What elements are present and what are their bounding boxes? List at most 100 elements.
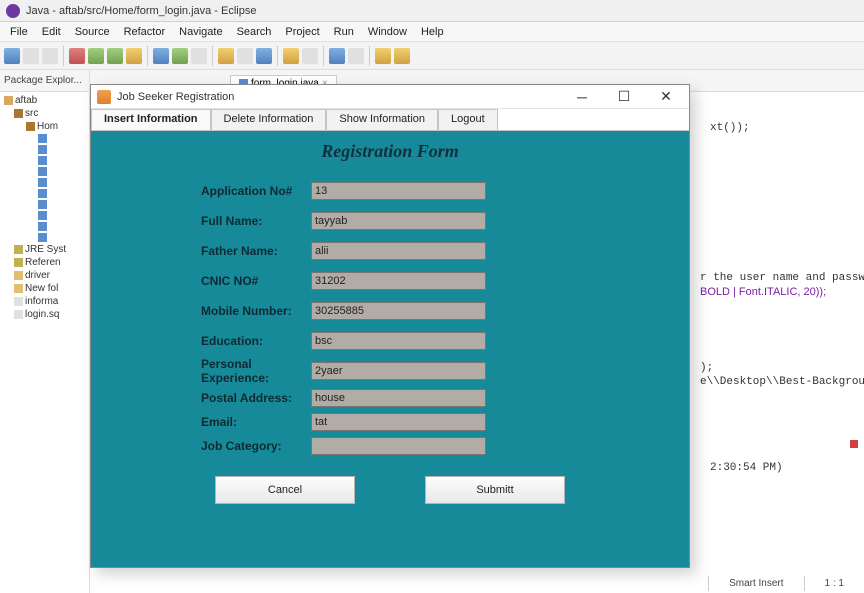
input-education[interactable] bbox=[311, 332, 486, 350]
coverage-icon[interactable] bbox=[126, 48, 142, 64]
new-package-icon[interactable] bbox=[172, 48, 188, 64]
back-icon[interactable] bbox=[375, 48, 391, 64]
tree-item-icon bbox=[14, 271, 23, 280]
debug-icon[interactable] bbox=[69, 48, 85, 64]
close-button[interactable]: ✕ bbox=[649, 87, 683, 107]
menu-navigate[interactable]: Navigate bbox=[173, 24, 228, 40]
explorer-tree: aftabsrcHom JRE SystReferendriverNew foli… bbox=[0, 92, 89, 323]
status-mode: Smart Insert bbox=[708, 576, 803, 591]
status-bar: Smart Insert 1 : 1 bbox=[708, 573, 864, 593]
tree-item-icon bbox=[38, 178, 47, 187]
tree-item[interactable] bbox=[2, 133, 87, 144]
submit-button[interactable]: Submitt bbox=[425, 476, 565, 504]
input-address[interactable] bbox=[311, 389, 486, 407]
maximize-button[interactable]: ☐ bbox=[607, 87, 641, 107]
tree-item-icon bbox=[38, 167, 47, 176]
run-last-icon[interactable] bbox=[107, 48, 123, 64]
menu-run[interactable]: Run bbox=[328, 24, 360, 40]
tree-item[interactable]: New fol bbox=[2, 282, 87, 295]
error-marker-icon[interactable] bbox=[850, 440, 858, 448]
new-class-icon[interactable] bbox=[153, 48, 169, 64]
highlight-icon[interactable] bbox=[283, 48, 299, 64]
tree-item[interactable]: login.sq bbox=[2, 308, 87, 321]
window-header: Java - aftab/src/Home/form_login.java - … bbox=[0, 0, 864, 22]
tree-item[interactable] bbox=[2, 232, 87, 243]
pin-icon[interactable] bbox=[348, 48, 364, 64]
input-mobile[interactable] bbox=[311, 302, 486, 320]
tree-item[interactable]: src bbox=[2, 107, 87, 120]
new-icon[interactable] bbox=[4, 48, 20, 64]
tree-item[interactable]: driver bbox=[2, 269, 87, 282]
tree-item-label: informa bbox=[25, 296, 58, 307]
tab-logout[interactable]: Logout bbox=[438, 109, 498, 130]
menu-project[interactable]: Project bbox=[279, 24, 325, 40]
tree-item-icon bbox=[14, 258, 23, 267]
annotation-icon[interactable] bbox=[237, 48, 253, 64]
input-cnic[interactable] bbox=[311, 272, 486, 290]
show-whitespace-icon[interactable] bbox=[329, 48, 345, 64]
tab-insert[interactable]: Insert Information bbox=[91, 109, 211, 130]
tree-item[interactable] bbox=[2, 221, 87, 232]
code-snippet: 2:30:54 PM) bbox=[710, 462, 783, 474]
tree-item-icon bbox=[38, 145, 47, 154]
tree-item-label: src bbox=[25, 108, 38, 119]
tree-item[interactable] bbox=[2, 144, 87, 155]
minimize-button[interactable]: ─ bbox=[565, 87, 599, 107]
input-app-no[interactable] bbox=[311, 182, 486, 200]
eclipse-icon bbox=[6, 4, 20, 18]
dialog-titlebar[interactable]: Job Seeker Registration ─ ☐ ✕ bbox=[91, 85, 689, 109]
open-type-icon[interactable] bbox=[191, 48, 207, 64]
tree-item[interactable] bbox=[2, 177, 87, 188]
tree-item[interactable]: Hom bbox=[2, 120, 87, 133]
input-full-name[interactable] bbox=[311, 212, 486, 230]
tree-item-icon bbox=[26, 122, 35, 131]
run-icon[interactable] bbox=[88, 48, 104, 64]
toggle-mark-icon[interactable] bbox=[256, 48, 272, 64]
menu-file[interactable]: File bbox=[4, 24, 34, 40]
tab-show[interactable]: Show Information bbox=[326, 109, 438, 130]
input-father-name[interactable] bbox=[311, 242, 486, 260]
tree-item[interactable]: Referen bbox=[2, 256, 87, 269]
label-experience: Personal Experience: bbox=[91, 357, 311, 385]
tree-item[interactable]: JRE Syst bbox=[2, 243, 87, 256]
tree-item[interactable] bbox=[2, 155, 87, 166]
save-all-icon[interactable] bbox=[42, 48, 58, 64]
input-email[interactable] bbox=[311, 413, 486, 431]
input-category[interactable] bbox=[311, 437, 486, 455]
search-icon[interactable] bbox=[218, 48, 234, 64]
tab-delete[interactable]: Delete Information bbox=[211, 109, 327, 130]
label-address: Postal Address: bbox=[91, 391, 311, 405]
tree-item-icon bbox=[38, 200, 47, 209]
toggle-block-icon[interactable] bbox=[302, 48, 318, 64]
menu-help[interactable]: Help bbox=[415, 24, 450, 40]
tree-item-icon bbox=[14, 284, 23, 293]
menu-source[interactable]: Source bbox=[69, 24, 116, 40]
tree-item-label: login.sq bbox=[25, 309, 59, 320]
tree-item-icon bbox=[38, 134, 47, 143]
tree-item-label: driver bbox=[25, 270, 50, 281]
panel-tab[interactable]: Package Explor... bbox=[0, 70, 89, 92]
menu-search[interactable]: Search bbox=[231, 24, 278, 40]
tree-item[interactable] bbox=[2, 166, 87, 177]
label-category: Job Category: bbox=[91, 439, 311, 453]
tree-item-icon bbox=[38, 211, 47, 220]
tree-item[interactable] bbox=[2, 199, 87, 210]
forward-icon[interactable] bbox=[394, 48, 410, 64]
save-icon[interactable] bbox=[23, 48, 39, 64]
dialog-title: Job Seeker Registration bbox=[117, 91, 565, 103]
menu-refactor[interactable]: Refactor bbox=[118, 24, 172, 40]
cancel-button[interactable]: Cancel bbox=[215, 476, 355, 504]
tree-item[interactable] bbox=[2, 210, 87, 221]
menu-window[interactable]: Window bbox=[362, 24, 413, 40]
tree-item[interactable]: informa bbox=[2, 295, 87, 308]
tree-item[interactable]: aftab bbox=[2, 94, 87, 107]
tree-item-icon bbox=[38, 156, 47, 165]
tree-item-icon bbox=[14, 109, 23, 118]
tree-item-label: JRE Syst bbox=[25, 244, 66, 255]
tree-item[interactable] bbox=[2, 188, 87, 199]
java-app-icon bbox=[97, 90, 111, 104]
input-experience[interactable] bbox=[311, 362, 486, 380]
menu-edit[interactable]: Edit bbox=[36, 24, 67, 40]
form-heading: Registration Form bbox=[91, 141, 689, 162]
label-mobile: Mobile Number: bbox=[91, 304, 311, 318]
